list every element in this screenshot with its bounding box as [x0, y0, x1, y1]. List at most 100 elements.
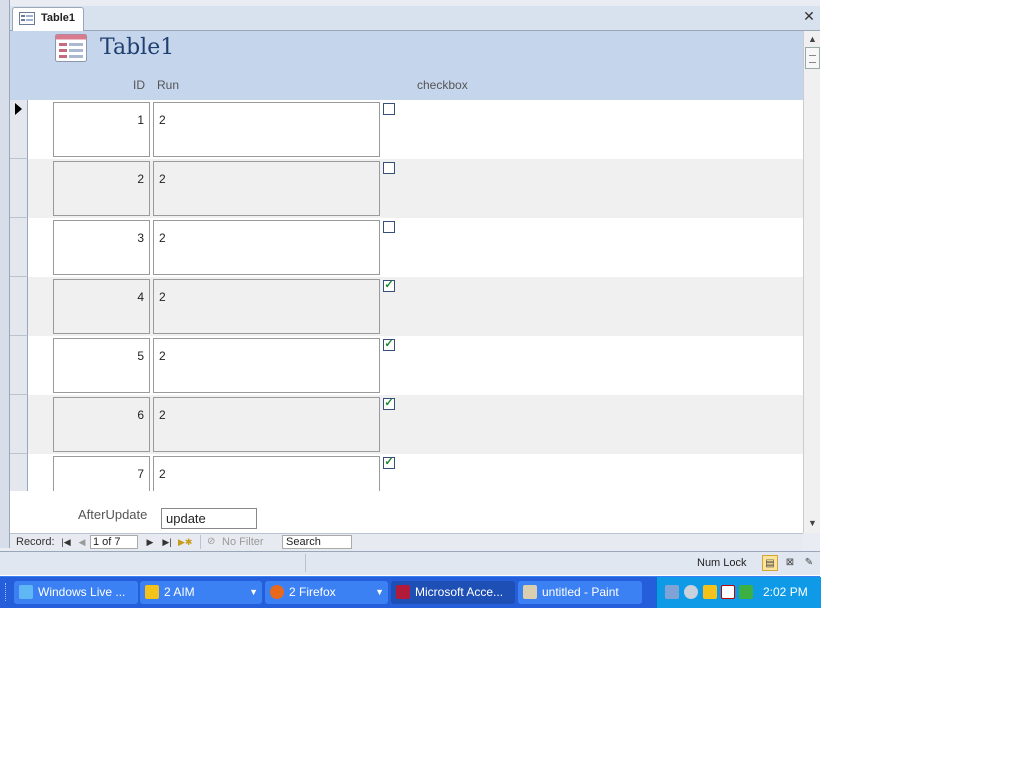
after-update-field[interactable]: update: [161, 508, 257, 529]
new-record-icon[interactable]: ▶✱: [178, 535, 192, 549]
form-view-icon[interactable]: ▤: [762, 555, 778, 571]
id-field[interactable]: 5: [53, 338, 150, 393]
checkbox-field[interactable]: ✓: [383, 279, 395, 292]
run-field[interactable]: 2: [153, 102, 380, 157]
detail-section: 1 2 2 2 3 2 4 2 ✓ 5 2 ✓ 6 2 ✓ 7 2 ✓: [10, 100, 803, 491]
checkbox-field[interactable]: ✓: [383, 397, 395, 410]
record-selector[interactable]: [10, 395, 28, 454]
id-field[interactable]: 3: [53, 220, 150, 275]
checkmark-icon: ✓: [384, 456, 394, 468]
run-field[interactable]: 2: [153, 279, 380, 334]
id-field[interactable]: 1: [53, 102, 150, 157]
scroll-up-icon[interactable]: ▲: [805, 32, 820, 46]
status-bar: Num Lock ▤ ⊠ ✎: [0, 551, 820, 575]
taskbar-button-label: Windows Live ...: [38, 585, 126, 599]
form-icon: [19, 12, 35, 25]
grip-icon: [809, 55, 816, 63]
record-selector[interactable]: [10, 336, 28, 395]
taskbar-button-label: Microsoft Acce...: [415, 585, 504, 599]
record-selector[interactable]: [10, 100, 28, 159]
document-tab-bar: [10, 6, 820, 31]
checkmark-icon: ✓: [384, 338, 394, 350]
access-icon: [396, 585, 410, 599]
run-field[interactable]: 2: [153, 220, 380, 275]
record-selector[interactable]: [10, 454, 28, 491]
record-row: 4 2 ✓: [10, 277, 803, 336]
scroll-thumb[interactable]: [805, 47, 820, 69]
record-selector[interactable]: [10, 277, 28, 336]
run-field[interactable]: 2: [153, 456, 380, 491]
run-field[interactable]: 2: [153, 397, 380, 452]
record-navigation-bar: Record: |◀ ◀ 1 of 7 ▶ ▶| ▶✱ ⊘ No Filter …: [10, 533, 803, 551]
layout-view-icon[interactable]: ⊠: [782, 555, 798, 571]
column-header-id: ID: [133, 78, 145, 92]
taskbar-button-label: 2 Firefox: [289, 585, 336, 599]
form-footer: AfterUpdate update: [10, 492, 803, 533]
current-record-pointer-icon: [15, 103, 22, 115]
security-icon[interactable]: [684, 585, 698, 599]
close-icon[interactable]: ✕: [801, 8, 817, 24]
navigation-pane-edge[interactable]: [0, 0, 10, 548]
checkbox-field[interactable]: [383, 221, 395, 233]
windows-taskbar: Windows Live ... 2 AIM ▼ 2 Firefox ▼ Mic…: [0, 576, 821, 608]
id-field[interactable]: 6: [53, 397, 150, 452]
id-field[interactable]: 2: [53, 161, 150, 216]
taskbar-button-paint[interactable]: untitled - Paint: [518, 581, 642, 604]
checkmark-icon: ✓: [384, 397, 394, 409]
scroll-down-icon[interactable]: ▼: [805, 516, 820, 530]
paint-icon: [523, 585, 537, 599]
nav-divider: [200, 535, 201, 549]
record-selector[interactable]: [10, 218, 28, 277]
id-field[interactable]: 7: [53, 456, 150, 491]
taskbar-button-firefox[interactable]: 2 Firefox ▼: [265, 581, 388, 604]
id-field[interactable]: 4: [53, 279, 150, 334]
taskbar-button-windows-live[interactable]: Windows Live ...: [14, 581, 138, 604]
checkbox-field[interactable]: [383, 103, 395, 115]
run-field[interactable]: 2: [153, 338, 380, 393]
previous-record-icon[interactable]: ◀: [76, 535, 88, 549]
access-window: Table1 ✕ Table1 ID Run checkbox 1 2 2 2 …: [0, 0, 820, 575]
column-header-checkbox: checkbox: [417, 78, 468, 92]
form-header-icon: [55, 34, 87, 62]
checkbox-field[interactable]: [383, 162, 395, 174]
column-header-run: Run: [157, 78, 180, 92]
record-row: 7 2 ✓: [10, 454, 803, 491]
checkbox-field[interactable]: ✓: [383, 456, 395, 469]
taskbar-clock: 2:02 PM: [763, 585, 808, 599]
system-tray: 2:02 PM: [656, 577, 821, 608]
status-divider: [305, 554, 306, 572]
form-title: Table1: [100, 35, 175, 60]
form-header: Table1 ID Run checkbox: [10, 31, 803, 100]
last-record-icon[interactable]: ▶|: [161, 535, 173, 549]
taskbar-button-access[interactable]: Microsoft Acce...: [391, 581, 515, 604]
checkbox-field[interactable]: ✓: [383, 338, 395, 351]
vertical-scrollbar[interactable]: ▲ ▼: [803, 31, 820, 533]
aim-tray-icon[interactable]: [703, 585, 717, 599]
current-record-box[interactable]: 1 of 7: [90, 535, 138, 549]
taskbar-button-aim[interactable]: 2 AIM ▼: [140, 581, 262, 604]
mail-icon[interactable]: [721, 585, 735, 599]
document-tab-label: Table1: [41, 12, 76, 24]
search-box[interactable]: Search: [282, 535, 352, 549]
windows-live-icon: [19, 585, 33, 599]
record-row: 6 2 ✓: [10, 395, 803, 454]
taskbar-button-label: 2 AIM: [164, 585, 195, 599]
chevron-down-icon: ▼: [375, 587, 384, 597]
record-label: Record:: [16, 536, 55, 548]
first-record-icon[interactable]: |◀: [60, 535, 72, 549]
record-selector[interactable]: [10, 159, 28, 218]
design-view-icon[interactable]: ✎: [801, 555, 817, 571]
document-tab-table1[interactable]: Table1: [12, 7, 84, 31]
taskbar-button-label: untitled - Paint: [542, 585, 619, 599]
aim-icon: [145, 585, 159, 599]
network-icon[interactable]: [665, 585, 679, 599]
filter-status[interactable]: No Filter: [222, 536, 264, 548]
firefox-icon: [270, 585, 284, 599]
messenger-icon[interactable]: [739, 585, 753, 599]
num-lock-indicator: Num Lock: [697, 557, 747, 569]
checkmark-icon: ✓: [384, 279, 394, 291]
next-record-icon[interactable]: ▶: [144, 535, 156, 549]
form-view: Table1 ID Run checkbox 1 2 2 2 3 2 4 2 ✓…: [10, 31, 803, 533]
run-field[interactable]: 2: [153, 161, 380, 216]
chevron-down-icon: ▼: [249, 587, 258, 597]
